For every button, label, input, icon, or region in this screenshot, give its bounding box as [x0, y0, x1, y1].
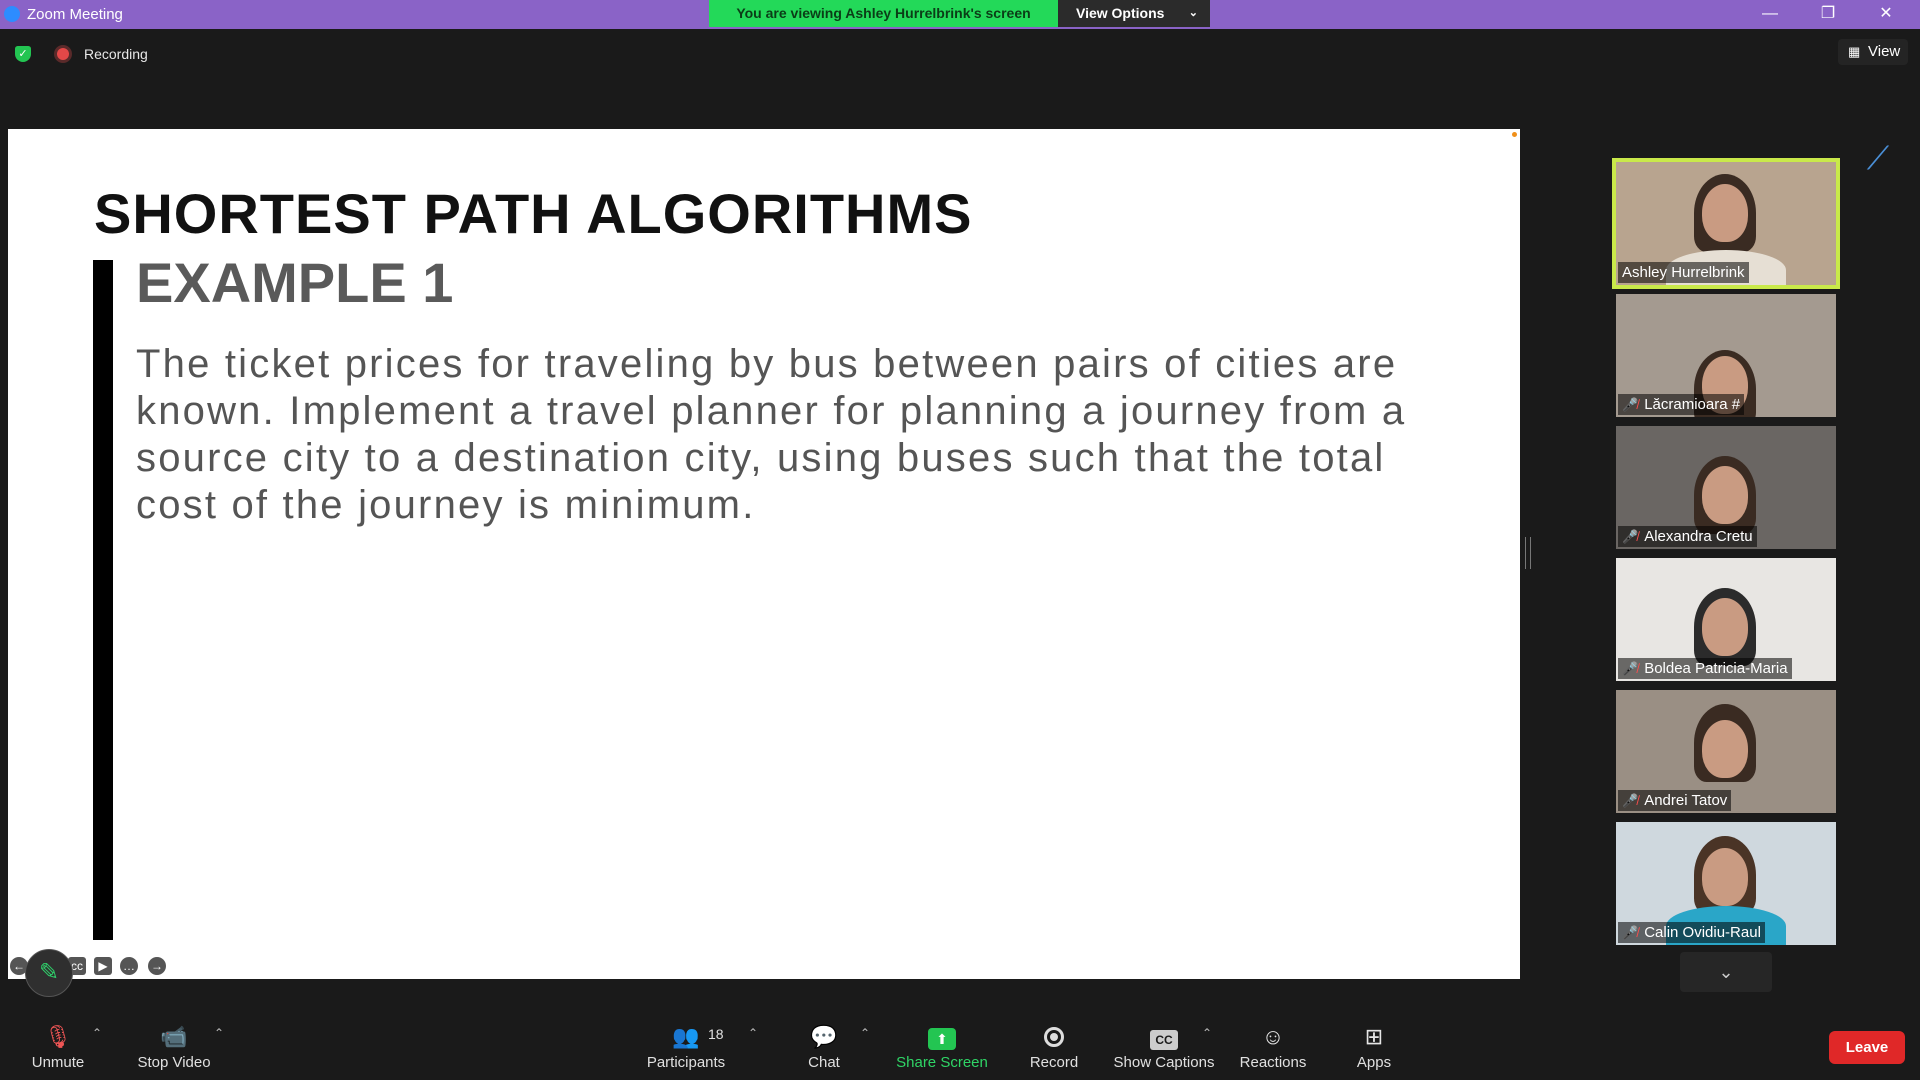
show-captions-label: Show Captions: [1113, 1054, 1215, 1071]
record-label: Record: [1029, 1054, 1079, 1071]
microphone-muted-icon: 🎤̸: [1622, 661, 1639, 676]
video-tile[interactable]: 🎤̸ Calin Ovidiu-Raul: [1616, 822, 1836, 945]
apps-icon: ⊞: [1364, 1024, 1384, 1049]
apps-label: Apps: [1356, 1054, 1392, 1071]
view-label: View: [1868, 43, 1901, 60]
participant-face: [1702, 598, 1748, 656]
share-screen-icon: ⬆: [892, 1022, 992, 1052]
video-tile[interactable]: 🎤̸ Andrei Tatov: [1616, 690, 1836, 813]
grid-view-icon: ▦: [1848, 44, 1861, 59]
share-indicator-dot: [1512, 132, 1517, 137]
reactions-button[interactable]: ☺ Reactions: [1236, 1022, 1310, 1071]
panel-splitter[interactable]: [1525, 537, 1531, 569]
share-screen-button[interactable]: ⬆ Share Screen: [892, 1022, 992, 1071]
participants-count: 18: [708, 1026, 724, 1042]
participants-label: Participants: [646, 1054, 726, 1071]
participant-face: [1702, 848, 1748, 906]
participant-name: 🎤̸ Lăcramioara #: [1618, 394, 1745, 415]
gallery-scroll-down-button[interactable]: ⌄: [1680, 952, 1772, 992]
more-icon[interactable]: …: [120, 957, 138, 975]
leave-button[interactable]: Leave: [1829, 1031, 1905, 1064]
participant-name: 🎤̸ Calin Ovidiu-Raul: [1618, 922, 1765, 943]
minimize-icon[interactable]: —: [1750, 2, 1790, 26]
share-screen-label: Share Screen: [896, 1054, 988, 1071]
participant-name: 🎤̸ Andrei Tatov: [1618, 790, 1732, 811]
video-options-caret[interactable]: ⌃: [214, 1026, 224, 1040]
video-tile[interactable]: Ashley Hurrelbrink: [1612, 158, 1840, 289]
audio-options-caret[interactable]: ⌃: [92, 1026, 102, 1040]
record-dot-icon: [57, 48, 69, 60]
reactions-label: Reactions: [1239, 1054, 1307, 1071]
chat-button[interactable]: 💬 Chat: [796, 1022, 852, 1071]
pen-icon[interactable]: ✎: [25, 949, 73, 997]
video-camera-icon: 📹: [160, 1024, 188, 1049]
screen-share-banner: You are viewing Ashley Hurrelbrink's scr…: [709, 0, 1058, 27]
shared-screen: SHORTEST PATH ALGORITHMS EXAMPLE 1 The t…: [8, 129, 1520, 979]
participant-name-text: Ashley Hurrelbrink: [1622, 264, 1745, 281]
video-off-icon[interactable]: ▶: [94, 957, 112, 975]
slide-accent-bar: [93, 260, 113, 940]
participant-name-text: Andrei Tatov: [1644, 792, 1728, 809]
record-button[interactable]: Record: [1020, 1022, 1088, 1071]
view-options-button[interactable]: View Options ⌄: [1058, 0, 1210, 27]
participants-options-caret[interactable]: ⌃: [748, 1026, 758, 1040]
participant-name-text: Calin Ovidiu-Raul: [1644, 924, 1761, 941]
video-tile[interactable]: 🎤̸ Boldea Patricia-Maria: [1616, 558, 1836, 681]
title-bar: Zoom Meeting You are viewing Ashley Hurr…: [0, 0, 1920, 29]
participant-face: [1702, 466, 1748, 524]
reactions-icon: ☺: [1261, 1024, 1285, 1049]
window-title: Zoom Meeting: [27, 6, 123, 23]
microphone-muted-icon: 🎙: [44, 1024, 72, 1049]
video-tile[interactable]: 🎤̸ Lăcramioara #: [1616, 294, 1836, 417]
video-tile[interactable]: 🎤̸ Alexandra Cretu: [1616, 426, 1836, 549]
chevron-down-icon: ⌄: [1188, 7, 1198, 19]
close-icon[interactable]: ✕: [1866, 2, 1906, 26]
captions-options-caret[interactable]: ⌃: [1202, 1026, 1212, 1040]
participant-name-text: Boldea Patricia-Maria: [1644, 660, 1788, 677]
arrow-right-icon[interactable]: →: [148, 957, 166, 975]
view-options-label: View Options: [1076, 5, 1165, 21]
whiteboard-tool-icon[interactable]: ⟋: [1858, 140, 1898, 180]
microphone-muted-icon: 🎤̸: [1622, 397, 1639, 412]
participant-name: 🎤̸ Alexandra Cretu: [1618, 526, 1757, 547]
chat-options-caret[interactable]: ⌃: [860, 1026, 870, 1040]
participant-name-text: Lăcramioara #: [1644, 396, 1741, 413]
view-button[interactable]: ▦ View: [1838, 39, 1908, 65]
recording-indicator: Recording: [84, 46, 148, 62]
chat-bubble-icon: 💬: [810, 1024, 838, 1049]
microphone-muted-icon: 🎤̸: [1622, 529, 1639, 544]
slide-title: SHORTEST PATH ALGORITHMS: [94, 182, 973, 245]
unmute-button[interactable]: 🎙 Unmute: [22, 1022, 94, 1071]
apps-button[interactable]: ⊞ Apps: [1350, 1022, 1398, 1071]
participant-name: Ashley Hurrelbrink: [1618, 262, 1749, 283]
meeting-toolbar: 🎙 Unmute ⌃ 📹 Stop Video ⌃ 👥 Participants…: [0, 1012, 1920, 1080]
chevron-down-icon: ⌄: [1718, 962, 1734, 982]
slide-subtitle: EXAMPLE 1: [136, 251, 454, 314]
record-icon: [1020, 1022, 1088, 1052]
stop-video-label: Stop Video: [137, 1054, 211, 1071]
participant-name: 🎤̸ Boldea Patricia-Maria: [1618, 658, 1792, 679]
participant-face: [1702, 184, 1748, 242]
participant-name-text: Alexandra Cretu: [1644, 528, 1753, 545]
unmute-label: Unmute: [31, 1054, 85, 1071]
shield-check-icon[interactable]: ✓: [15, 46, 31, 62]
slide-body-text: The ticket prices for traveling by bus b…: [136, 342, 1407, 527]
participant-face: [1702, 720, 1748, 778]
zoom-logo-icon: [4, 6, 20, 22]
microphone-muted-icon: 🎤̸: [1622, 925, 1639, 940]
microphone-muted-icon: 🎤̸: [1622, 793, 1639, 808]
chat-label: Chat: [808, 1054, 840, 1071]
restore-icon[interactable]: ❐: [1808, 2, 1848, 26]
stop-video-button[interactable]: 📹 Stop Video: [128, 1022, 220, 1071]
